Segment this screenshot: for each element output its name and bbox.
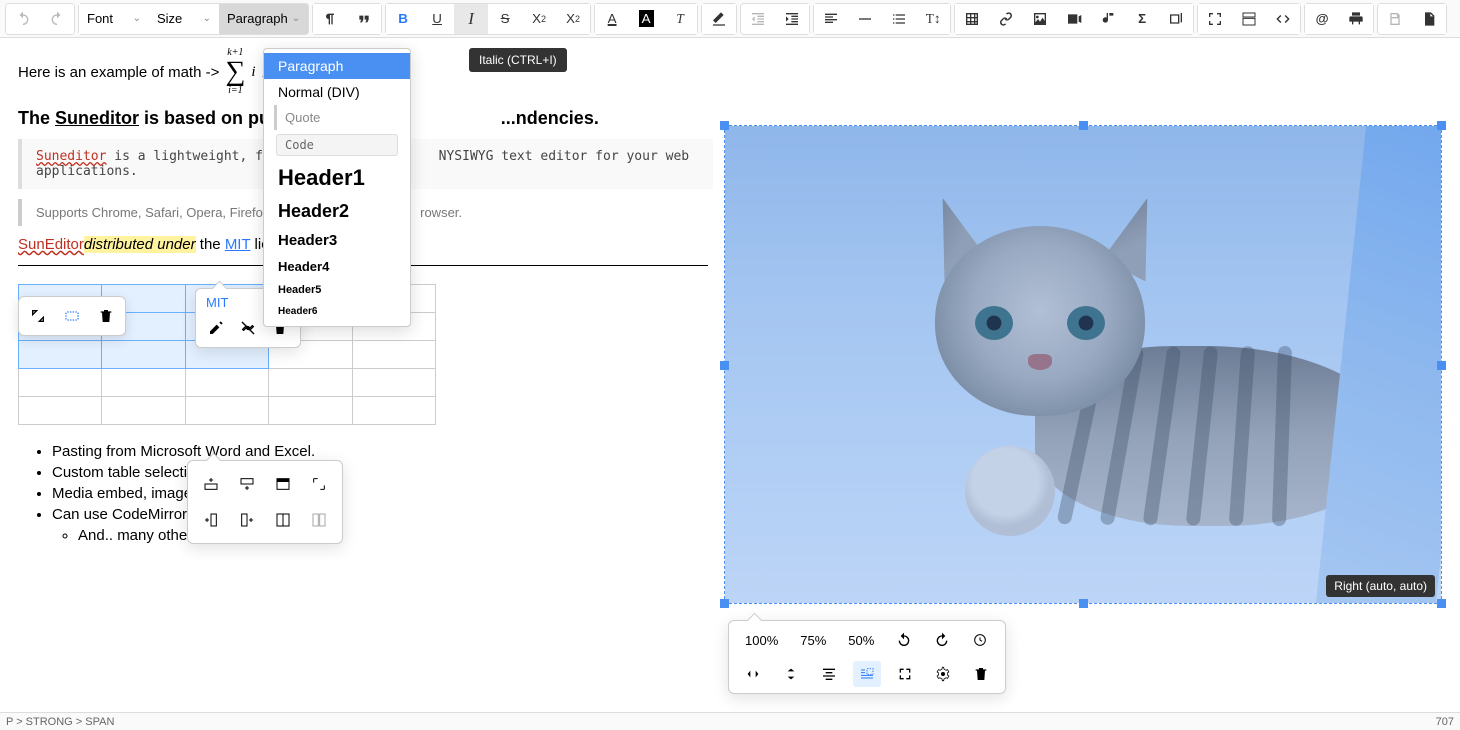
image-button[interactable] xyxy=(1023,4,1057,34)
tooltip-italic: Italic (CTRL+I) xyxy=(469,48,567,72)
underline-button[interactable]: U xyxy=(420,4,454,34)
rotate-right-button[interactable] xyxy=(928,627,956,653)
resize-handle-br[interactable] xyxy=(1437,599,1446,608)
size-select[interactable]: Size⌄ xyxy=(149,4,219,34)
table-insert-row-below-button[interactable] xyxy=(232,469,262,499)
link-unlink-button[interactable] xyxy=(238,318,258,341)
link-button[interactable] xyxy=(989,4,1023,34)
math-prefix-text: Here is an example of math -> xyxy=(18,64,219,81)
editor-toolbar: Font⌄ Size⌄ Paragraph⌄ B U I S X2 X2 A A… xyxy=(0,0,1460,38)
image-gallery-button[interactable] xyxy=(1159,4,1193,34)
strike-button[interactable]: S xyxy=(488,4,522,34)
outdent-button[interactable] xyxy=(741,4,775,34)
resize-50-button[interactable]: 50% xyxy=(842,627,880,653)
font-select[interactable]: Font⌄ xyxy=(79,4,149,34)
video-button[interactable] xyxy=(1057,4,1091,34)
dropdown-item-h4[interactable]: Header4 xyxy=(264,254,410,279)
mit-link[interactable]: MIT xyxy=(225,236,251,253)
link-controller-link[interactable]: MIT xyxy=(206,295,228,310)
math-button[interactable]: Σ xyxy=(1125,4,1159,34)
image-controller: 100% 75% 50% xyxy=(728,620,1006,694)
auto-size-button[interactable] xyxy=(966,627,994,653)
image-delete-button[interactable] xyxy=(967,661,995,687)
remove-format-button[interactable] xyxy=(702,4,736,34)
element-path: P > STRONG > SPAN xyxy=(6,716,114,728)
table-insert-col-left-button[interactable] xyxy=(196,505,226,535)
preview-button[interactable]: @ xyxy=(1305,4,1339,34)
table-resize-button[interactable] xyxy=(304,469,334,499)
rotate-left-button[interactable] xyxy=(890,627,918,653)
link-edit-button[interactable] xyxy=(206,318,226,341)
status-bar: P > STRONG > SPAN 707 xyxy=(0,712,1460,730)
image-edit-button[interactable] xyxy=(929,661,957,687)
table-insert-col-right-button[interactable] xyxy=(232,505,262,535)
math-var: i xyxy=(251,64,255,81)
resize-handle-tm[interactable] xyxy=(1079,121,1088,130)
resize-handle-bl[interactable] xyxy=(720,599,729,608)
bold-button[interactable]: B xyxy=(386,4,420,34)
code-view-button[interactable] xyxy=(1266,4,1300,34)
show-blocks-button[interactable] xyxy=(1232,4,1266,34)
resize-handle-bm[interactable] xyxy=(1079,599,1088,608)
resize-100-button[interactable]: 100% xyxy=(739,627,784,653)
mini-controller xyxy=(18,296,126,336)
indent-button[interactable] xyxy=(775,4,809,34)
dropdown-item-h3[interactable]: Header3 xyxy=(264,227,410,254)
dropdown-item-h1[interactable]: Header1 xyxy=(264,160,410,196)
mirror-vertical-button[interactable] xyxy=(777,661,805,687)
dropdown-item-quote[interactable]: Quote xyxy=(274,105,410,130)
dropdown-item-normal[interactable]: Normal (DIV) xyxy=(264,79,410,105)
superscript-button[interactable]: X2 xyxy=(556,4,590,34)
math-formula: k+1 ∑ i=1 xyxy=(225,48,245,96)
revert-button[interactable] xyxy=(891,661,919,687)
table-button[interactable] xyxy=(955,4,989,34)
format-select[interactable]: Paragraph⌄ xyxy=(219,4,308,34)
mirror-horizontal-button[interactable] xyxy=(739,661,767,687)
selected-image[interactable]: Right (auto, auto) xyxy=(724,125,1442,604)
table-controller xyxy=(187,460,343,544)
blockquote-button[interactable] xyxy=(347,4,381,34)
highlight-color-button[interactable]: A xyxy=(629,4,663,34)
italic-button[interactable]: I xyxy=(454,4,488,34)
text-style-button[interactable]: T xyxy=(663,4,697,34)
list-button[interactable] xyxy=(882,4,916,34)
resize-handle-ml[interactable] xyxy=(720,361,729,370)
align-button[interactable] xyxy=(814,4,848,34)
horizontal-rule-button[interactable] xyxy=(848,4,882,34)
expand-button[interactable] xyxy=(25,303,51,329)
dropdown-item-h5[interactable]: Header5 xyxy=(264,279,410,301)
line-height-button[interactable]: T↕ xyxy=(916,4,950,34)
audio-button[interactable] xyxy=(1091,4,1125,34)
redo-button[interactable] xyxy=(40,4,74,34)
fullscreen-button[interactable] xyxy=(1198,4,1232,34)
select-button[interactable] xyxy=(59,303,85,329)
table-header-button[interactable] xyxy=(268,469,298,499)
subscript-button[interactable]: X2 xyxy=(522,4,556,34)
dropdown-item-h6[interactable]: Header6 xyxy=(264,301,410,322)
dropdown-item-h2[interactable]: Header2 xyxy=(264,196,410,227)
template-button[interactable] xyxy=(1412,4,1446,34)
char-count: 707 xyxy=(1436,716,1454,728)
table-insert-row-above-button[interactable] xyxy=(196,469,226,499)
resize-handle-mr[interactable] xyxy=(1437,361,1446,370)
delete-button[interactable] xyxy=(93,303,119,329)
align-right-button[interactable] xyxy=(853,661,881,687)
align-basic-button[interactable] xyxy=(815,661,843,687)
paragraph-style-button[interactable] xyxy=(313,4,347,34)
resize-handle-tr[interactable] xyxy=(1437,121,1446,130)
dropdown-item-paragraph[interactable]: Paragraph xyxy=(264,53,410,79)
undo-button[interactable] xyxy=(6,4,40,34)
print-button[interactable] xyxy=(1339,4,1373,34)
table-split-button[interactable] xyxy=(268,505,298,535)
resize-handle-tl[interactable] xyxy=(720,121,729,130)
table-merge-button[interactable] xyxy=(304,505,334,535)
resize-75-button[interactable]: 75% xyxy=(794,627,832,653)
save-button[interactable] xyxy=(1378,4,1412,34)
font-color-button[interactable]: A xyxy=(595,4,629,34)
format-dropdown: Paragraph Normal (DIV) Quote Code Header… xyxy=(263,48,411,327)
image-info-tooltip: Right (auto, auto) xyxy=(1326,575,1435,597)
dropdown-item-code[interactable]: Code xyxy=(276,134,398,156)
suneditor-link[interactable]: SunEditor xyxy=(18,236,84,253)
